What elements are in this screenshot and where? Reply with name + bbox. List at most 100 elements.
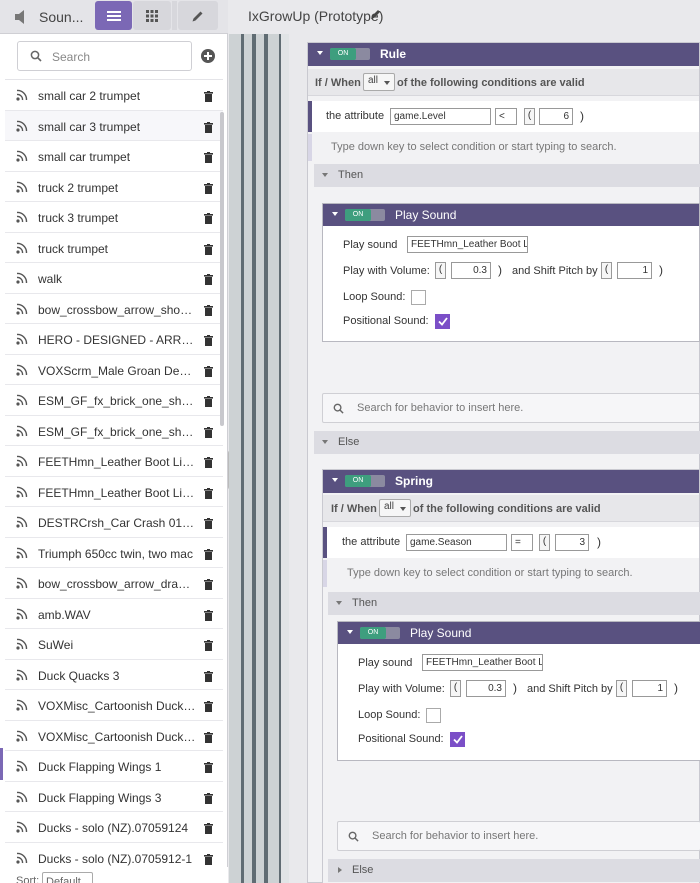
rule-then-section[interactable]: Then bbox=[314, 164, 700, 187]
trash-icon[interactable] bbox=[204, 548, 213, 560]
sound-list-item[interactable]: ESM_GF_fx_brick_one_shots_... bbox=[5, 385, 223, 416]
trash-icon[interactable] bbox=[204, 579, 213, 590]
trash-icon[interactable] bbox=[204, 426, 213, 438]
attribute-field[interactable]: game.Season bbox=[406, 534, 507, 551]
sound-list-item[interactable]: ESM_GF_fx_brick_one_shots_... bbox=[5, 415, 223, 446]
pitch-field[interactable]: 1 bbox=[632, 680, 667, 697]
sound-list-item[interactable]: walk bbox=[5, 263, 223, 294]
collapse-caret-icon[interactable] bbox=[332, 478, 338, 482]
spring-insert-behavior-bar[interactable]: Search for behavior to insert here. bbox=[337, 821, 700, 851]
sound-list-item[interactable]: VOXMisc_Cartoonish Duck Di... bbox=[5, 690, 223, 721]
sound-list-item[interactable]: small car 2 trumpet bbox=[5, 80, 223, 111]
sound-list-item[interactable]: small car trumpet bbox=[5, 141, 223, 172]
attribute-field[interactable]: game.Level bbox=[390, 108, 491, 125]
volume-field[interactable]: 0.3 bbox=[466, 680, 506, 697]
sound-list-item[interactable]: truck trumpet bbox=[5, 232, 223, 263]
sound-list-item[interactable]: amb.WAV bbox=[5, 598, 223, 629]
spring-else-section[interactable]: Else bbox=[328, 859, 700, 882]
trash-icon[interactable] bbox=[204, 823, 213, 834]
insert-behavior-input[interactable]: Search for behavior to insert here. bbox=[372, 830, 538, 842]
match-select[interactable]: all bbox=[379, 499, 411, 517]
expand-caret-icon[interactable] bbox=[338, 867, 342, 873]
rule-condition-hint[interactable]: Type down key to select condition or sta… bbox=[308, 134, 699, 161]
sound-name-field[interactable]: FEETHmn_Leather Boot L bbox=[422, 654, 543, 671]
sound-list-item[interactable]: FEETHmn_Leather Boot Li-1.M bbox=[5, 476, 223, 507]
edit-title-icon[interactable] bbox=[370, 9, 381, 20]
insert-behavior-input[interactable]: Search for behavior to insert here. bbox=[357, 402, 523, 414]
operator-select[interactable]: = bbox=[511, 534, 533, 551]
play-sound-toggle[interactable]: ON bbox=[345, 209, 385, 221]
trash-icon[interactable] bbox=[204, 701, 213, 712]
trash-icon[interactable] bbox=[204, 487, 213, 499]
rule-else-section[interactable]: Else bbox=[314, 431, 700, 454]
spring-then-section[interactable]: Then bbox=[328, 592, 700, 615]
collapse-caret-icon[interactable] bbox=[336, 601, 342, 605]
sound-list-item[interactable]: VOXScrm_Male Groan Deep P... bbox=[5, 354, 223, 385]
spring-condition-hint[interactable]: Type down key to select condition or sta… bbox=[323, 560, 699, 587]
play-sound-header[interactable]: ON Play Sound bbox=[338, 622, 700, 644]
trash-icon[interactable] bbox=[204, 518, 213, 529]
search-input[interactable]: Search bbox=[52, 50, 90, 64]
trash-icon[interactable] bbox=[204, 457, 213, 468]
trash-icon[interactable] bbox=[204, 152, 213, 163]
sound-list-item[interactable]: SuWei bbox=[5, 629, 223, 660]
sound-list-item[interactable]: DESTRCrsh_Car Crash 01_B0... bbox=[5, 507, 223, 538]
rule-insert-behavior-bar[interactable]: Search for behavior to insert here. bbox=[322, 393, 700, 423]
operator-select[interactable]: < bbox=[495, 108, 517, 125]
search-box[interactable]: Search bbox=[17, 41, 192, 71]
sound-list-item[interactable]: HERO - DESIGNED - ARROW Hit bbox=[5, 324, 223, 355]
trash-icon[interactable] bbox=[204, 396, 213, 407]
collapse-caret-icon[interactable] bbox=[322, 440, 328, 444]
trash-icon[interactable] bbox=[204, 335, 213, 346]
sound-list-item[interactable]: FEETHmn_Leather Boot Ligh.M bbox=[5, 446, 223, 477]
pitch-field[interactable]: 1 bbox=[617, 262, 652, 279]
match-select[interactable]: all bbox=[363, 73, 395, 91]
trash-icon[interactable] bbox=[204, 304, 213, 316]
sound-list-item[interactable]: Duck Flapping Wings 3 bbox=[5, 781, 223, 812]
add-sound-button[interactable] bbox=[201, 49, 215, 63]
trash-icon[interactable] bbox=[204, 609, 213, 621]
trash-icon[interactable] bbox=[204, 121, 213, 133]
play-sound-toggle[interactable]: ON bbox=[360, 627, 400, 639]
rule-toggle[interactable]: ON bbox=[330, 48, 370, 60]
positional-sound-checkbox[interactable] bbox=[450, 732, 465, 747]
spring-toggle[interactable]: ON bbox=[345, 475, 385, 487]
loop-sound-checkbox[interactable] bbox=[426, 708, 441, 723]
trash-icon[interactable] bbox=[204, 91, 213, 102]
sound-list-item[interactable]: truck 3 trumpet bbox=[5, 202, 223, 233]
trash-icon[interactable] bbox=[204, 762, 213, 773]
sound-list-item[interactable]: small car 3 trumpet bbox=[5, 110, 223, 141]
volume-field[interactable]: 0.3 bbox=[451, 262, 491, 279]
trash-icon[interactable] bbox=[204, 731, 213, 743]
sound-list-item[interactable]: truck 2 trumpet bbox=[5, 171, 223, 202]
list-scrollbar[interactable] bbox=[220, 112, 224, 426]
trash-icon[interactable] bbox=[204, 792, 213, 804]
sound-list-item[interactable]: bow_crossbow_arrow_draw_s... bbox=[5, 568, 223, 599]
trash-icon[interactable] bbox=[204, 243, 213, 255]
rule-header[interactable]: ON Rule bbox=[308, 43, 699, 66]
sound-name-field[interactable]: FEETHmn_Leather Boot L bbox=[407, 236, 528, 253]
sound-list-item[interactable]: bow_crossbow_arrow_shoot_... bbox=[5, 293, 223, 324]
sound-list-item[interactable]: Ducks - solo (NZ).07059124 bbox=[5, 812, 223, 843]
trash-icon[interactable] bbox=[204, 670, 213, 682]
sort-select[interactable]: Default bbox=[42, 872, 93, 883]
sound-list-item[interactable]: Ducks - solo (NZ).0705912-1 bbox=[5, 842, 223, 867]
compare-value-field[interactable]: 3 bbox=[555, 534, 589, 551]
collapse-caret-icon[interactable] bbox=[317, 51, 323, 55]
sound-list-item[interactable]: Duck Flapping Wings 1 bbox=[5, 751, 223, 782]
trash-icon[interactable] bbox=[204, 213, 213, 224]
spring-header[interactable]: ON Spring bbox=[323, 470, 699, 493]
sound-list-item[interactable]: Triumph 650cc twin, two mac bbox=[5, 537, 223, 568]
edit-button[interactable] bbox=[178, 1, 218, 30]
trash-icon[interactable] bbox=[204, 365, 213, 377]
trash-icon[interactable] bbox=[204, 640, 213, 651]
trash-icon[interactable] bbox=[204, 182, 213, 194]
trash-icon[interactable] bbox=[204, 274, 213, 285]
list-view-button[interactable] bbox=[95, 1, 132, 30]
collapse-caret-icon[interactable] bbox=[347, 630, 353, 634]
compare-value-field[interactable]: 6 bbox=[539, 108, 573, 125]
collapse-caret-icon[interactable] bbox=[322, 173, 328, 177]
loop-sound-checkbox[interactable] bbox=[411, 290, 426, 305]
sound-list-item[interactable]: VOXMisc_Cartoonish Duck V.M bbox=[5, 720, 223, 751]
grid-view-button[interactable] bbox=[133, 1, 171, 30]
